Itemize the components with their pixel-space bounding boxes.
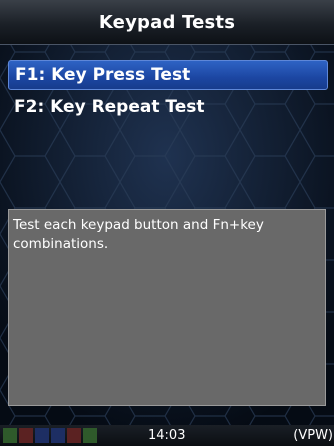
indicator-red [19,428,33,443]
indicator-blue-2 [51,428,65,443]
indicator-red-2 [67,428,81,443]
menu-item-key-repeat-test[interactable]: F2: Key Repeat Test [8,92,328,122]
title-bar: Keypad Tests [0,0,334,45]
menu-item-label: F2: Key Repeat Test [14,97,205,117]
status-indicators [3,425,99,446]
menu-item-label: F1: Key Press Test [15,65,191,85]
indicator-green-2 [83,428,97,443]
description-panel: Test each keypad button and Fn+key combi… [8,209,326,406]
indicator-green-1 [3,428,17,443]
status-bar: 14:03 (VPW) [0,425,334,446]
page-title: Keypad Tests [98,11,236,33]
device-screen: Keypad Tests F1: Key Press Test F2: Key … [0,0,334,446]
clock-time: 14:03 [148,428,186,443]
indicator-blue-1 [35,428,49,443]
description-text: Test each keypad button and Fn+key combi… [13,217,264,252]
menu-item-key-press-test[interactable]: F1: Key Press Test [8,60,328,90]
test-menu: F1: Key Press Test F2: Key Repeat Test [8,60,328,122]
protocol-mode: (VPW) [293,428,333,443]
